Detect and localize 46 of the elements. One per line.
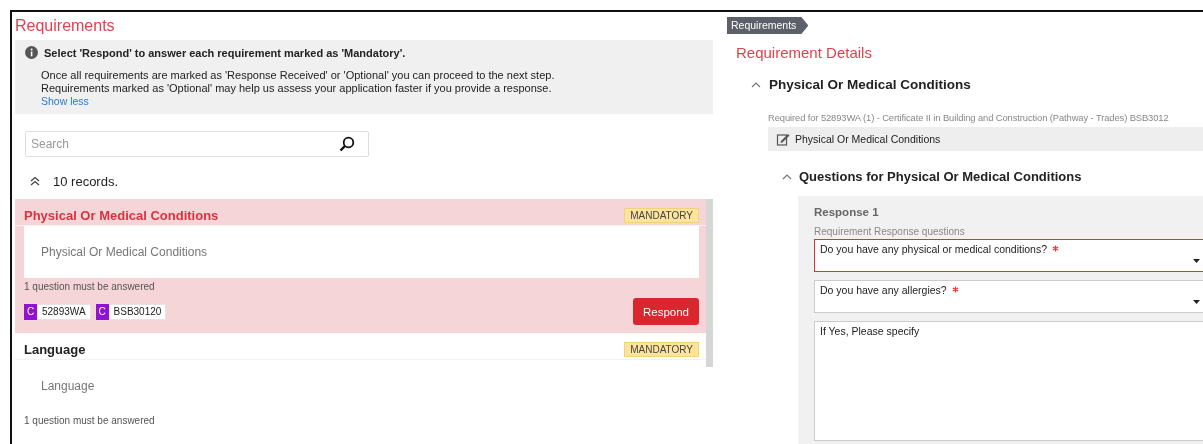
info-icon <box>25 46 38 59</box>
breadcrumb[interactable]: Requirements <box>727 17 809 34</box>
edit-icon <box>776 132 790 146</box>
requirement-card[interactable]: Physical Or Medical Conditions MANDATORY Physical Or Medical Conditions 1 question must be answered C 52893WA C BSB30120 Respond <box>15 199 706 333</box>
info-text: Once all requirements are marked as 'Response Received' or 'Optional' you can proceed to the next step. <box>41 69 555 82</box>
course-code: 52893WA <box>37 303 91 320</box>
scrollbar[interactable] <box>706 199 713 367</box>
tag-letter: C <box>24 303 37 320</box>
info-text: Requirements marked as 'Optional' may help us assess your application faster if you provide a response. <box>41 82 552 95</box>
dropdown-field[interactable]: Do you have any allergies? <box>814 280 1203 313</box>
chevron-up-icon <box>751 80 761 89</box>
requirement-description: Language <box>41 379 95 393</box>
response-title: Response 1 <box>814 206 880 218</box>
show-less-link[interactable]: Show less <box>41 95 89 108</box>
panel-title: Requirements <box>15 16 116 36</box>
requirement-title: Physical Or Medical Conditions <box>24 207 219 223</box>
respond-button[interactable]: Respond <box>632 298 699 325</box>
required-for-text: Required for 52893WA (1) - Certificate II in Building and Construction (Pathway - Trades) BSB3012 <box>768 111 1170 123</box>
search-icon <box>339 136 355 152</box>
field-label: Do you have any physical or medical conditions? <box>820 243 1048 255</box>
field-label: Do you have any allergies? <box>820 284 947 296</box>
dropdown-arrow-icon <box>1193 259 1200 263</box>
requirement-title: Language <box>24 341 86 357</box>
collapse-icon <box>30 176 40 186</box>
response-subtitle: Requirement Response questions <box>814 225 966 239</box>
requirement-card[interactable]: Language MANDATORY Language 1 question must be answered <box>15 333 706 429</box>
field-label: If Yes, Please specify <box>820 325 920 337</box>
info-heading: Select 'Respond' to answer each requirement marked as 'Mandatory'. <box>44 46 406 59</box>
document-name: Physical Or Medical Conditions <box>795 133 941 145</box>
mandatory-badge: MANDATORY <box>624 341 699 357</box>
document-row[interactable]: Physical Or Medical Conditions <box>768 127 1203 151</box>
dropdown-arrow-icon <box>1193 300 1200 304</box>
question-note: 1 question must be answered <box>23 280 156 294</box>
tag-letter: C <box>95 303 109 320</box>
subsection-title[interactable]: Questions for Physical Or Medical Conditions <box>799 169 1082 184</box>
mandatory-badge: MANDATORY <box>624 207 699 223</box>
search-field[interactable]: Search <box>25 131 369 157</box>
text-area[interactable]: If Yes, Please specify <box>814 321 1203 441</box>
course-code: BSB30120 <box>108 303 167 320</box>
details-title: Requirement Details <box>735 43 873 61</box>
dropdown-field[interactable]: Do you have any physical or medical conditions? <box>814 239 1203 272</box>
chevron-up-icon <box>782 172 792 181</box>
record-count: 10 records. <box>53 173 119 189</box>
question-note: 1 question must be answered <box>23 414 156 428</box>
section-title[interactable]: Physical Or Medical Conditions <box>769 77 971 92</box>
requirement-description: Physical Or Medical Conditions <box>41 245 208 259</box>
